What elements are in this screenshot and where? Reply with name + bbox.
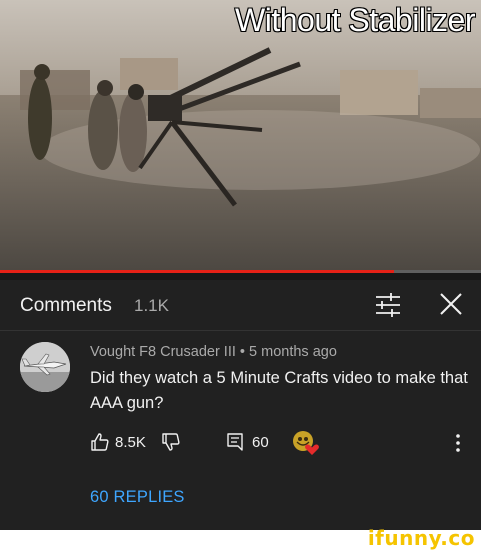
sort-sliders-icon [376,293,400,317]
avatar[interactable] [20,342,70,392]
jet-avatar-image [20,342,70,392]
comments-count: 1.1K [134,296,169,315]
bottom-bar: ifunny.co [0,526,481,551]
comments-header: Comments 1.1K [0,280,481,330]
more-options-button[interactable] [448,431,468,455]
dislike-button[interactable] [161,428,181,456]
video-player[interactable]: Without Stabilizer [0,0,481,270]
reply-button[interactable]: 60 [226,428,269,456]
comment-author-meta: Vought F8 Crusader III • 5 months ago [90,344,337,360]
reply-comment-icon [227,433,243,451]
like-count: 8.5K [115,433,146,451]
view-replies-link[interactable]: 60 REPLIES [90,488,185,507]
video-divider [0,273,481,280]
close-icon [440,293,462,315]
close-button[interactable] [436,289,466,319]
creator-heart-badge [292,430,320,456]
like-button[interactable]: 8.5K [90,428,146,456]
ifunny-watermark: ifunny.co [367,526,475,550]
creator-heart-icon [293,431,319,455]
thumbs-up-icon [91,433,109,451]
video-caption: Without Stabilizer [234,1,476,39]
more-vertical-icon [456,434,460,452]
sort-button[interactable] [372,290,404,320]
video-frame [0,0,481,270]
comment-text: Did they watch a 5 Minute Crafts video t… [90,369,468,412]
comment-actions: 8.5K 60 [0,428,481,458]
header-divider [0,330,481,331]
comments-title: Comments [20,295,112,316]
thumbs-down-icon [162,433,180,451]
reply-count: 60 [252,433,269,451]
